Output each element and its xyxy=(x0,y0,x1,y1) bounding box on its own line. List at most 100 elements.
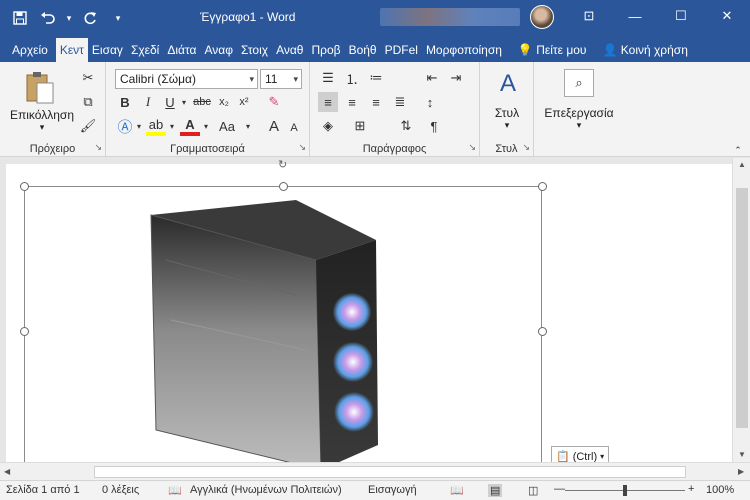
resize-handle[interactable] xyxy=(538,327,547,336)
save-icon[interactable] xyxy=(8,6,32,30)
restore-button[interactable]: ☐ xyxy=(658,0,704,32)
tab-file[interactable]: Αρχείο xyxy=(0,38,56,62)
increase-indent-icon[interactable]: ⇥ xyxy=(446,68,466,88)
show-formatting-icon[interactable]: ¶ xyxy=(424,116,444,136)
clipboard-launcher-icon[interactable]: ↘ xyxy=(94,142,102,153)
proofing-icon[interactable]: 📖 xyxy=(168,484,182,497)
decrease-indent-icon[interactable]: ⇤ xyxy=(422,68,442,88)
pc-case-image[interactable] xyxy=(146,200,396,462)
paragraph-launcher-icon[interactable]: ↘ xyxy=(468,142,476,153)
styles-launcher-icon[interactable]: ↘ xyxy=(522,142,530,153)
tab-review[interactable]: Αναθ xyxy=(272,38,307,62)
resize-handle[interactable] xyxy=(20,327,29,336)
page-count[interactable]: Σελίδα 1 από 1 xyxy=(6,484,80,496)
tab-pdfelement[interactable]: PDFel xyxy=(381,38,422,62)
editing-dropdown-icon[interactable]: ▾ xyxy=(534,120,624,131)
document-page[interactable]: ↻ 📋 (Ctrl) ▾ xyxy=(6,159,732,462)
bold-button[interactable]: B xyxy=(115,92,135,112)
grow-font-button[interactable]: A xyxy=(264,116,284,136)
borders-icon[interactable]: ⊞ xyxy=(350,116,370,136)
minimize-button[interactable]: — xyxy=(612,0,658,32)
paste-dropdown-icon[interactable]: ▾ xyxy=(6,122,78,133)
tab-insert[interactable]: Εισαγ xyxy=(88,38,127,62)
highlight-dropdown-icon[interactable]: ▾ xyxy=(162,116,182,136)
strikethrough-button[interactable]: abc xyxy=(192,92,212,112)
vertical-scroll-thumb[interactable] xyxy=(736,188,748,428)
sort-icon[interactable]: ⇅ xyxy=(396,116,416,136)
search-icon[interactable]: ⌕ xyxy=(564,69,594,97)
web-layout-icon[interactable]: ◫ xyxy=(528,484,538,497)
styles-dropdown-icon[interactable]: ▾ xyxy=(480,120,534,131)
horizontal-scroll-thumb[interactable] xyxy=(94,466,686,478)
change-case-dropdown-icon[interactable]: ▾ xyxy=(238,116,258,136)
copy-icon[interactable]: ⧉ xyxy=(78,92,98,112)
close-button[interactable]: ✕ xyxy=(704,0,750,32)
subscript-button[interactable]: x₂ xyxy=(214,92,234,112)
shrink-font-button[interactable]: A xyxy=(284,118,304,138)
font-launcher-icon[interactable]: ↘ xyxy=(298,142,306,153)
undo-icon[interactable] xyxy=(36,6,60,30)
line-spacing-icon[interactable]: ↕ xyxy=(420,92,440,112)
rotate-handle-icon[interactable]: ↻ xyxy=(278,158,287,171)
tab-design[interactable]: Σχεδί xyxy=(127,38,163,62)
scroll-left-icon[interactable]: ◀ xyxy=(4,467,10,476)
align-center-icon[interactable]: ≡ xyxy=(342,92,362,112)
share-button[interactable]: 👤 Κοινή χρήση xyxy=(598,38,691,62)
font-size-combo[interactable]: 11 ▾ xyxy=(260,69,302,89)
tab-references[interactable]: Αναφ xyxy=(201,38,238,62)
bullets-icon[interactable]: ☰ xyxy=(318,68,338,88)
word-count[interactable]: 0 λέξεις xyxy=(102,484,139,496)
scroll-right-icon[interactable]: ▶ xyxy=(738,467,744,476)
font-name-combo[interactable]: Calibri (Σώμα) ▾ xyxy=(115,69,258,89)
scroll-down-icon[interactable]: ▼ xyxy=(738,450,746,459)
editing-button[interactable]: Επεξεργασία xyxy=(534,106,624,120)
resize-handle[interactable] xyxy=(279,182,288,191)
undo-dropdown-icon[interactable]: ▾ xyxy=(64,6,74,30)
align-right-icon[interactable]: ≡ xyxy=(366,92,386,112)
shading-icon[interactable]: ◈ xyxy=(318,116,338,136)
justify-icon[interactable]: ≣ xyxy=(390,92,410,112)
tab-mailings[interactable]: Στοιχ xyxy=(237,38,272,62)
zoom-in-button[interactable]: + xyxy=(688,483,694,495)
print-layout-icon[interactable]: ▤ xyxy=(488,484,503,497)
zoom-level[interactable]: 100% xyxy=(706,484,734,496)
customize-qat-icon[interactable]: ▾ xyxy=(106,6,130,30)
zoom-out-button[interactable]: — xyxy=(554,483,565,495)
insert-mode-status[interactable]: Εισαγωγή xyxy=(368,484,417,496)
styles-icon[interactable]: A xyxy=(494,70,522,98)
styles-button[interactable]: Στυλ xyxy=(480,106,534,120)
font-color-dropdown-icon[interactable]: ▾ xyxy=(196,116,216,136)
clear-formatting-icon[interactable]: ✎ xyxy=(264,92,284,112)
language-status[interactable]: Αγγλικά (Ηνωμένων Πολιτειών) xyxy=(190,484,342,496)
change-case-button[interactable]: Aa xyxy=(214,116,240,136)
tab-format[interactable]: Μορφοποίηση xyxy=(422,38,506,62)
cut-icon[interactable]: ✂ xyxy=(78,68,98,88)
avatar[interactable] xyxy=(530,5,554,29)
redo-icon[interactable] xyxy=(78,6,102,30)
collapse-ribbon-icon[interactable]: ⌃ xyxy=(728,140,748,160)
resize-handle[interactable] xyxy=(20,182,29,191)
ribbon-display-options-icon[interactable]: ⊡ xyxy=(566,0,612,32)
superscript-button[interactable]: x² xyxy=(234,92,254,112)
multilevel-list-icon[interactable]: ≔ xyxy=(366,68,386,88)
tab-home[interactable]: Κεντ xyxy=(55,38,88,62)
read-mode-icon[interactable]: 📖 xyxy=(450,484,464,497)
vertical-scrollbar[interactable]: ▲ ▼ xyxy=(732,158,750,462)
tab-layout[interactable]: Διάτα xyxy=(163,38,200,62)
underline-dropdown-icon[interactable]: ▾ xyxy=(174,92,194,112)
paste-button[interactable]: Επικόλληση xyxy=(6,108,78,122)
paste-options-button[interactable]: 📋 (Ctrl) ▾ xyxy=(551,446,610,462)
tab-view[interactable]: Προβ xyxy=(307,38,344,62)
align-left-icon[interactable]: ≡ xyxy=(318,92,338,112)
tell-me-box[interactable]: 💡 Πείτε μου xyxy=(514,38,591,62)
paste-icon[interactable] xyxy=(22,70,58,106)
resize-handle[interactable] xyxy=(538,182,547,191)
zoom-slider-thumb[interactable] xyxy=(623,485,627,496)
paste-options-label: (Ctrl) xyxy=(572,451,598,462)
numbering-icon[interactable]: ⒈ xyxy=(342,68,362,88)
horizontal-scrollbar[interactable]: ◀ ▶ xyxy=(0,462,750,480)
scroll-up-icon[interactable]: ▲ xyxy=(738,160,746,169)
tab-help[interactable]: Βοήθ xyxy=(345,38,381,62)
italic-button[interactable]: I xyxy=(138,92,158,112)
format-painter-icon[interactable]: 🖌 xyxy=(78,116,98,136)
